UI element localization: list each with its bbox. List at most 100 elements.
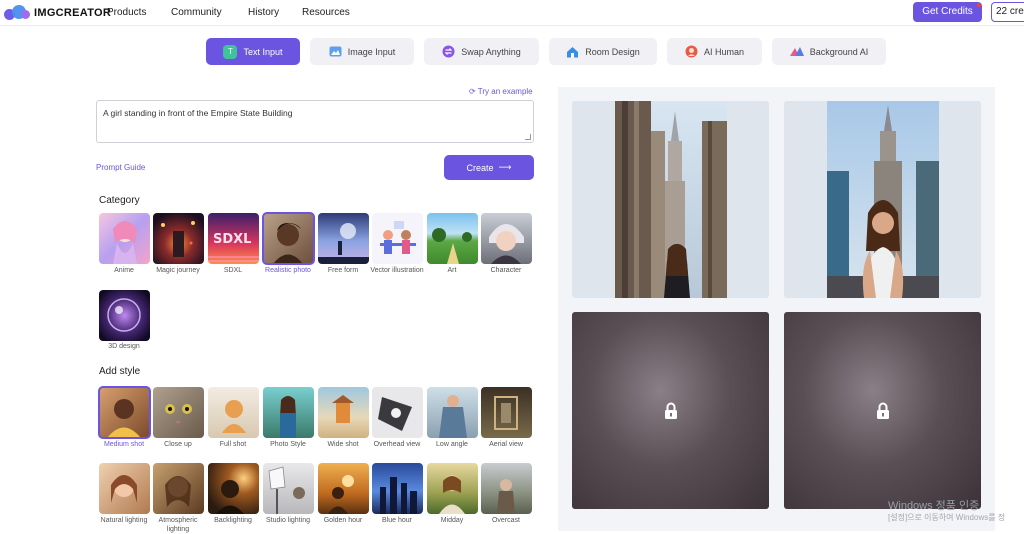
category-label: Vector illustration: [370, 267, 424, 274]
logo-text: IMGCREATOR: [34, 7, 112, 19]
style-label: Overhead view: [373, 441, 421, 448]
city-girl-front-image: [827, 101, 939, 298]
arrow-right-icon: ⟶: [498, 162, 512, 172]
resize-handle[interactable]: [525, 134, 531, 140]
style-atmospheric-lighting[interactable]: [153, 463, 204, 514]
lock-icon: [876, 402, 889, 419]
style-natural-lighting[interactable]: [99, 463, 150, 514]
tab-label: Image Input: [347, 46, 396, 57]
overhead-view-thumbnail: [378, 397, 412, 431]
category-sdxl[interactable]: SDXL: [208, 213, 259, 264]
art-thumbnail: [432, 228, 472, 264]
style-label: Backlighting: [214, 517, 252, 524]
style-blue-hour[interactable]: [372, 463, 423, 514]
nav-history[interactable]: History: [248, 7, 279, 18]
tab-background-ai[interactable]: Background AI: [772, 38, 886, 65]
category-vector-illustration[interactable]: [372, 213, 423, 264]
tab-text-input[interactable]: T Text Input: [206, 38, 300, 65]
blue-hour-thumbnail: [380, 477, 417, 514]
wide-shot-thumbnail: [332, 395, 354, 423]
tab-room-design[interactable]: Room Design: [549, 38, 657, 65]
result-image-1[interactable]: [572, 101, 769, 298]
nav-community[interactable]: Community: [171, 7, 222, 18]
style-low-angle[interactable]: [427, 387, 478, 438]
style-label: Close up: [164, 441, 192, 448]
natural-lighting-thumbnail: [111, 475, 137, 503]
get-credits-button[interactable]: Get Credits: [913, 2, 982, 22]
overcast-thumbnail: [497, 479, 515, 514]
character-thumbnail: [489, 224, 524, 264]
style-label: Medium shot: [103, 441, 145, 448]
style-aerial-view[interactable]: [481, 387, 532, 438]
style-label: Full shot: [219, 441, 247, 448]
style-studio-lighting[interactable]: [263, 463, 314, 514]
category-character[interactable]: [481, 213, 532, 264]
style-midday[interactable]: [427, 463, 478, 514]
style-golden-hour[interactable]: [318, 463, 369, 514]
style-label: Overcast: [491, 517, 520, 524]
result-image-2[interactable]: [784, 101, 981, 298]
realistic-photo-thumbnail: [273, 223, 303, 264]
category-3d-design[interactable]: [99, 290, 150, 341]
style-backlighting[interactable]: [208, 463, 259, 514]
create-button[interactable]: Create ⟶: [444, 155, 534, 180]
style-label: Low angle: [436, 441, 468, 448]
tab-label: Text Input: [243, 46, 283, 57]
category-label: Anime: [114, 267, 134, 274]
category-magic-journey[interactable]: [153, 213, 204, 264]
style-label: Blue hour: [382, 517, 412, 524]
background-icon: [789, 47, 804, 56]
style-label: Aerial view: [489, 441, 523, 448]
golden-hour-thumbnail: [328, 475, 354, 514]
tab-swap-anything[interactable]: Swap Anything: [424, 38, 539, 65]
medium-shot-thumbnail: [107, 399, 141, 438]
3d-design-thumbnail: [107, 298, 141, 332]
style-label: Midday: [440, 517, 464, 524]
style-close-up[interactable]: [153, 387, 204, 438]
category-label: Realistic photo: [265, 267, 311, 274]
magic-journey-thumbnail: [161, 221, 195, 257]
style-wide-shot[interactable]: [318, 387, 369, 438]
prompt-text: A girl standing in front of the Empire S…: [103, 108, 293, 118]
style-overhead-view[interactable]: [372, 387, 423, 438]
style-photo-style[interactable]: [263, 387, 314, 438]
locked-result-2[interactable]: [784, 312, 981, 509]
style-label: Golden hour: [323, 517, 363, 524]
style-label: Photo Style: [270, 441, 306, 448]
sdxl-thumbnail: SDXL: [208, 232, 259, 262]
tab-label: Swap Anything: [461, 46, 521, 57]
vector-illustration-thumbnail: [380, 221, 416, 254]
city-girl-back-image: [615, 101, 727, 298]
category-anime[interactable]: [99, 213, 150, 264]
style-overcast[interactable]: [481, 463, 532, 514]
prompt-textarea[interactable]: A girl standing in front of the Empire S…: [96, 100, 534, 143]
credit-count[interactable]: 22 cre: [991, 2, 1024, 22]
locked-result-1[interactable]: [572, 312, 769, 509]
category-free-form[interactable]: [318, 213, 369, 264]
swap-icon: [442, 45, 455, 58]
low-angle-thumbnail: [439, 395, 467, 438]
style-full-shot[interactable]: [208, 387, 259, 438]
try-example-link[interactable]: ⟳ Try an example: [469, 87, 533, 96]
backlighting-thumbnail: [216, 480, 244, 514]
svg-text:SDXL: SDXL: [213, 232, 251, 247]
style-medium-shot[interactable]: [98, 386, 151, 439]
prompt-guide-link[interactable]: Prompt Guide: [96, 163, 145, 172]
category-label: 3D design: [108, 343, 140, 350]
nav-resources[interactable]: Resources: [302, 7, 350, 18]
free-form-thumbnail: [318, 223, 369, 264]
logo[interactable]: IMGCREATOR: [4, 4, 111, 22]
category-art[interactable]: [427, 213, 478, 264]
category-label: Character: [490, 267, 522, 274]
category-realistic-photo[interactable]: [262, 212, 315, 265]
get-credits-label: Get Credits: [922, 6, 973, 17]
windows-activation-watermark: Windows 정품 인증: [888, 500, 980, 512]
tab-image-input[interactable]: Image Input: [310, 38, 414, 65]
aerial-view-thumbnail: [494, 396, 518, 430]
create-label: Create: [466, 162, 494, 173]
tab-ai-human[interactable]: AI Human: [667, 38, 762, 65]
text-t-icon: T: [223, 44, 238, 59]
tab-label: Background AI: [809, 46, 869, 57]
nav-products[interactable]: Products: [107, 7, 146, 18]
lock-icon: [664, 402, 677, 419]
